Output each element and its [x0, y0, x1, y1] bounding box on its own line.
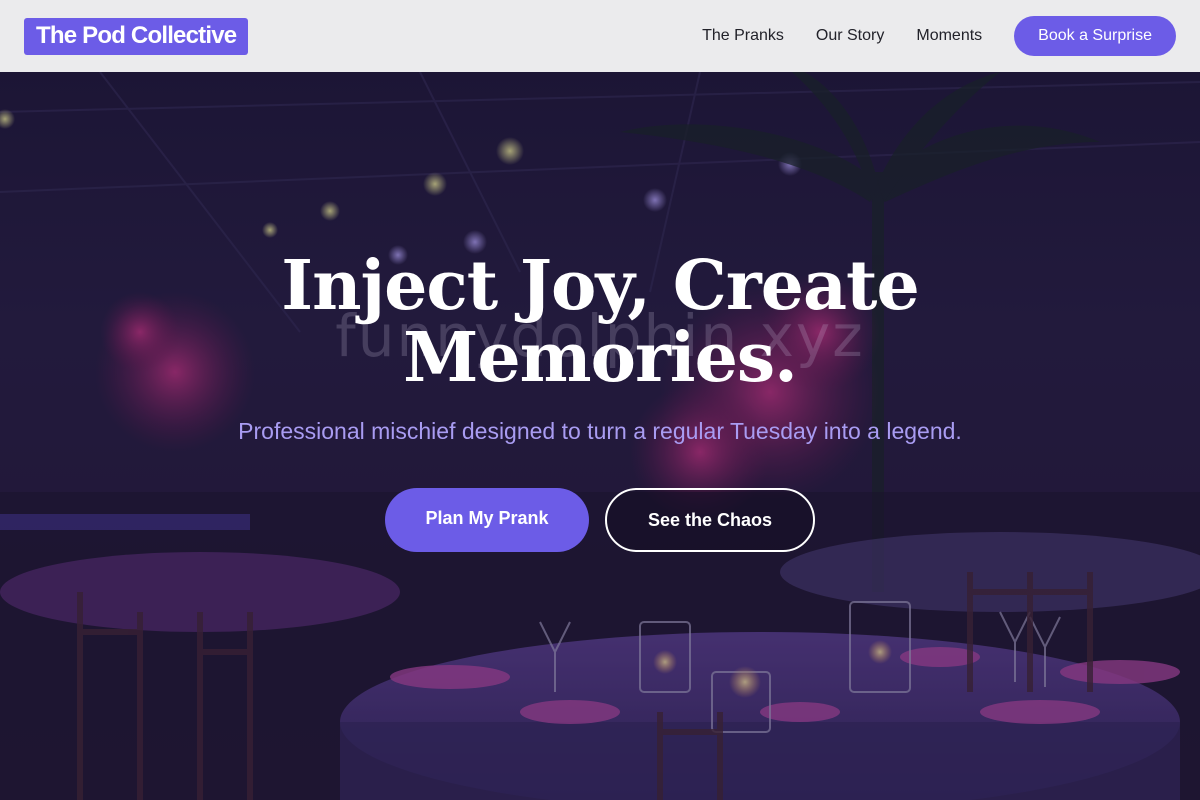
main-nav: The Pranks Our Story Moments Book a Surp…	[702, 16, 1176, 56]
hero-subheadline: Professional mischief designed to turn a…	[238, 418, 962, 444]
hero-headline: Inject Joy, Create Memories.	[200, 250, 1000, 394]
nav-link-our-story[interactable]: Our Story	[816, 27, 884, 45]
hero-headline-line2: Memories.	[403, 318, 798, 398]
hero-headline-line1: Inject Joy, Create	[281, 246, 919, 326]
nav-link-moments[interactable]: Moments	[916, 27, 982, 45]
see-the-chaos-button[interactable]: See the Chaos	[605, 488, 815, 552]
nav-link-the-pranks[interactable]: The Pranks	[702, 27, 784, 45]
plan-my-prank-button[interactable]: Plan My Prank	[385, 488, 589, 552]
book-surprise-button[interactable]: Book a Surprise	[1014, 16, 1176, 56]
hero-content: Inject Joy, Create Memories. Professiona…	[0, 72, 1200, 800]
site-logo[interactable]: The Pod Collective	[24, 17, 249, 55]
site-header: The Pod Collective The Pranks Our Story …	[0, 0, 1200, 72]
